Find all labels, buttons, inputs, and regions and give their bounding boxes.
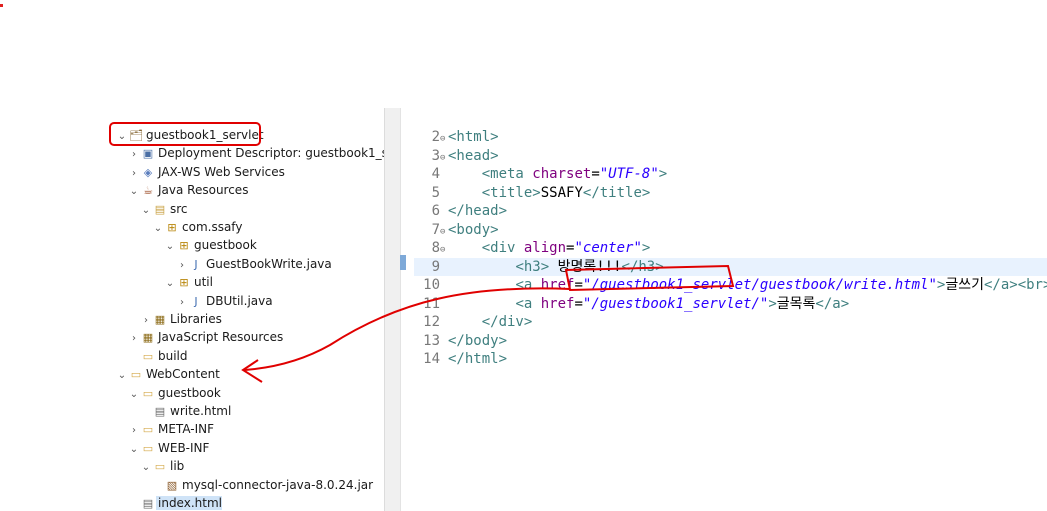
annotation-overlay xyxy=(109,122,735,383)
project-highlight-box xyxy=(109,122,261,146)
arrow-line xyxy=(244,287,571,371)
arrow-head xyxy=(241,359,263,383)
href-highlight-box xyxy=(564,264,735,292)
